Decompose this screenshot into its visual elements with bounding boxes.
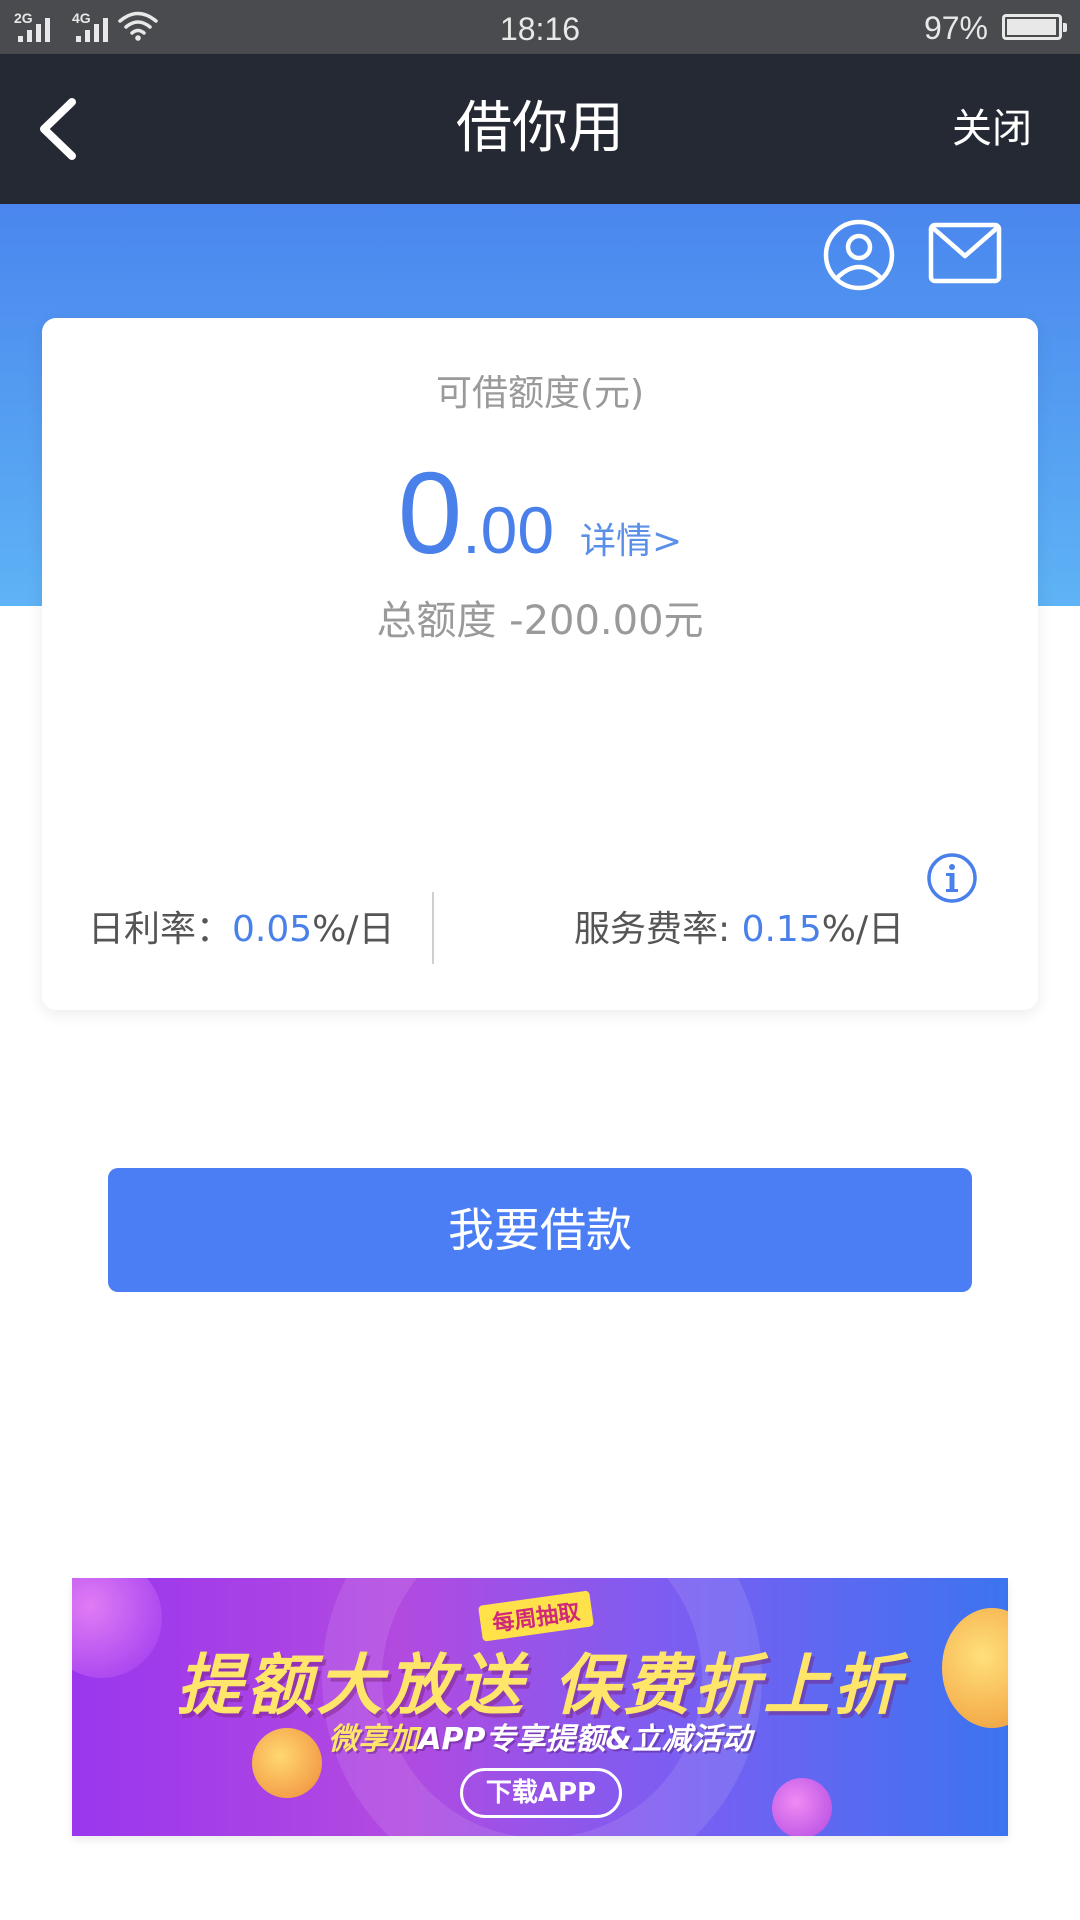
banner-subtitle: 微享加APP专享提额&立减活动 [72,1714,1008,1758]
banner-brand: 微享加 [328,1722,419,1757]
available-amount: 0.00 详情> [42,446,1038,578]
available-credit-label: 可借额度(元) [435,373,645,414]
battery-percent: 97% [923,10,988,46]
status-time: 18:16 [499,11,581,47]
info-icon[interactable] [926,852,978,904]
amount-integer: 0 [397,448,463,578]
service-rate: 服务费率: 0.15%/日 [574,900,904,952]
page-title: 借你用 [456,96,624,161]
credit-card: 可借额度(元) 0.00 详情> 总额度 -200.00元 日利率：0.05%/日… [42,318,1038,1010]
daily-rate: 日利率：0.05%/日 [88,900,395,952]
download-app-button[interactable]: 下载APP [460,1768,622,1818]
banner-subtitle-text: APP专享提额&立减活动 [418,1722,752,1757]
detail-link[interactable]: 详情> [580,521,682,562]
total-credit: 总额度 -200.00元 [376,598,704,644]
service-rate-label: 服务费率: [574,909,742,950]
user-icon[interactable] [822,218,896,292]
status-bar: 2G 4G 18:16 97% [0,0,1080,54]
amount-decimal: .00 [462,493,555,567]
promo-banner[interactable]: 每周抽取 提额大放送 保费折上折 微享加APP专享提额&立减活动 下载APP [72,1578,1008,1836]
mail-icon[interactable] [928,222,1002,284]
service-rate-unit: %/日 [821,909,905,950]
borrow-button[interactable]: 我要借款 [108,1168,972,1292]
nav-bar: 借你用 关闭 [0,54,1080,204]
service-rate-value: 0.15 [741,909,822,950]
banner-orb-decoration [772,1778,832,1836]
daily-rate-value: 0.05 [232,909,313,950]
battery-level-fill [1007,19,1056,35]
daily-rate-unit: %/日 [312,909,395,950]
battery-icon [1002,14,1067,40]
close-button[interactable]: 关闭 [952,54,1032,204]
daily-rate-label: 日利率： [88,909,233,950]
rate-divider [432,892,434,964]
